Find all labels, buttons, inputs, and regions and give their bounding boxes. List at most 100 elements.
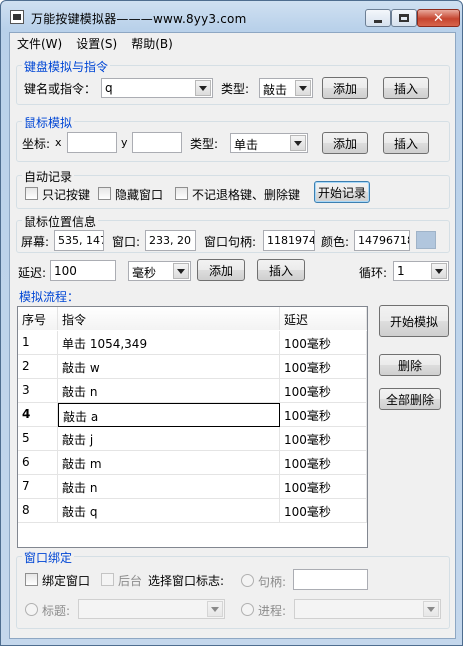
table-row-selected[interactable]: 4 敲击 a 100毫秒 bbox=[18, 403, 367, 427]
title-bar[interactable]: 万能按键模拟器———www.8yy3.com ✕ bbox=[1, 1, 462, 33]
x-input[interactable] bbox=[67, 132, 117, 153]
chevron-down-icon[interactable] bbox=[295, 80, 311, 96]
background-checkbox[interactable] bbox=[101, 573, 114, 586]
handle-radio-label: 句柄: bbox=[258, 575, 287, 589]
handle-value: 1181974 bbox=[263, 230, 315, 251]
app-icon bbox=[10, 10, 24, 24]
start-simulate-button[interactable]: 开始模拟 bbox=[379, 305, 449, 337]
column-header-no[interactable]: 序号 bbox=[18, 307, 58, 330]
menu-bar: 文件(W) 设置(S) 帮助(B) bbox=[10, 33, 455, 52]
close-icon: ✕ bbox=[433, 10, 444, 26]
delay-input[interactable]: 100 bbox=[50, 260, 116, 281]
row-number: 6 bbox=[18, 451, 58, 475]
window-title: 万能按键模拟器———www.8yy3.com bbox=[31, 12, 247, 26]
loop-value: 1 bbox=[397, 264, 405, 278]
menu-help[interactable]: 帮助(B) bbox=[124, 33, 180, 52]
window-pos-label: 窗口: bbox=[112, 235, 141, 249]
column-header-delay[interactable]: 延迟 bbox=[280, 307, 367, 330]
chevron-down-icon[interactable] bbox=[290, 135, 306, 151]
chevron-down-icon[interactable] bbox=[423, 601, 439, 617]
color-swatch bbox=[416, 231, 436, 249]
table-row[interactable]: 8 敲击 q 100毫秒 bbox=[18, 499, 367, 523]
bind-window-checkbox[interactable] bbox=[25, 573, 38, 586]
key-insert-button[interactable]: 插入 bbox=[383, 77, 429, 99]
start-record-button[interactable]: 开始记录 bbox=[314, 181, 370, 203]
chevron-down-icon[interactable] bbox=[207, 601, 223, 617]
keys-only-checkbox[interactable] bbox=[25, 187, 38, 200]
keys-only-label: 只记按键 bbox=[42, 188, 91, 202]
select-window-label: 选择窗口标志: bbox=[148, 574, 225, 588]
key-type-combo[interactable]: 敲击 bbox=[259, 78, 313, 98]
mouse-type-combo[interactable]: 单击 bbox=[230, 133, 308, 153]
y-label: y bbox=[121, 136, 128, 149]
maximize-button[interactable] bbox=[391, 9, 417, 27]
menu-file[interactable]: 文件(W) bbox=[10, 33, 69, 52]
hide-window-label: 隐藏窗口 bbox=[115, 188, 164, 202]
delay-add-button[interactable]: 添加 bbox=[197, 259, 245, 281]
close-button[interactable]: ✕ bbox=[417, 9, 460, 27]
bind-title-combo[interactable] bbox=[78, 599, 225, 619]
client-area: 文件(W) 设置(S) 帮助(B) 键盘模拟与指令 键名或指令： q 类型: 敲… bbox=[9, 32, 456, 639]
key-type-label: 类型: bbox=[221, 82, 250, 96]
mouse-group: 鼠标模拟 坐标: x y 类型: 单击 添加 插入 bbox=[16, 114, 450, 162]
window-pos-value: 233, 20 bbox=[145, 230, 196, 251]
row-delay: 100毫秒 bbox=[280, 379, 367, 403]
mouse-type-label: 类型: bbox=[190, 137, 219, 151]
x-label: x bbox=[55, 136, 62, 149]
mouse-type-value: 单击 bbox=[234, 138, 259, 152]
chevron-down-icon[interactable] bbox=[431, 263, 447, 279]
mouse-insert-button[interactable]: 插入 bbox=[383, 132, 429, 154]
delete-button[interactable]: 删除 bbox=[379, 354, 441, 376]
title-radio-label: 标题: bbox=[42, 604, 71, 618]
key-name-combo[interactable]: q bbox=[101, 78, 213, 98]
row-number: 2 bbox=[18, 355, 58, 379]
row-command: 敲击 m bbox=[58, 451, 280, 475]
bind-handle-input[interactable] bbox=[293, 569, 368, 590]
table-row[interactable]: 1 单击 1054,349 100毫秒 bbox=[18, 331, 367, 355]
chevron-down-icon[interactable] bbox=[173, 263, 189, 279]
row-command: 敲击 n bbox=[58, 475, 280, 499]
key-add-button[interactable]: 添加 bbox=[322, 77, 368, 99]
mouseinfo-group-title: 鼠标位置信息 bbox=[22, 213, 99, 230]
table-row[interactable]: 5 敲击 j 100毫秒 bbox=[18, 427, 367, 451]
minimize-button[interactable] bbox=[365, 9, 391, 27]
row-command: 敲击 j bbox=[58, 427, 280, 451]
mouse-add-button[interactable]: 添加 bbox=[322, 132, 368, 154]
chevron-down-icon[interactable] bbox=[195, 80, 211, 96]
coord-label: 坐标: bbox=[22, 137, 51, 151]
y-input[interactable] bbox=[132, 132, 182, 153]
color-value: 14796718 bbox=[354, 230, 410, 251]
bind-process-combo[interactable] bbox=[294, 599, 441, 619]
screen-label: 屏幕: bbox=[21, 235, 50, 249]
table-row[interactable]: 6 敲击 m 100毫秒 bbox=[18, 451, 367, 475]
row-number: 8 bbox=[18, 499, 58, 523]
key-name-label: 键名或指令： bbox=[24, 82, 97, 96]
hide-window-checkbox[interactable] bbox=[98, 187, 111, 200]
keyboard-group: 键盘模拟与指令 键名或指令： q 类型: 敲击 添加 插入 bbox=[16, 58, 450, 105]
no-backspace-checkbox[interactable] bbox=[175, 187, 188, 200]
column-header-command[interactable]: 指令 bbox=[58, 307, 280, 330]
autorecord-group-title: 自动记录 bbox=[22, 168, 75, 185]
process-radio[interactable] bbox=[241, 603, 254, 616]
handle-label: 窗口句柄: bbox=[204, 235, 257, 249]
delay-unit-combo[interactable]: 毫秒 bbox=[128, 261, 191, 281]
table-row[interactable]: 3 敲击 n 100毫秒 bbox=[18, 379, 367, 403]
handle-radio[interactable] bbox=[241, 574, 254, 587]
table-row[interactable]: 2 敲击 w 100毫秒 bbox=[18, 355, 367, 379]
bind-window-label: 绑定窗口 bbox=[42, 574, 91, 588]
mouseinfo-group: 鼠标位置信息 屏幕: 535, 147 窗口: 233, 20 窗口句柄: 11… bbox=[16, 213, 450, 253]
key-type-value: 敲击 bbox=[263, 83, 288, 97]
row-command: 敲击 q bbox=[58, 499, 280, 523]
row-number: 7 bbox=[18, 475, 58, 499]
loop-combo[interactable]: 1 bbox=[393, 261, 449, 281]
row-delay: 100毫秒 bbox=[280, 475, 367, 499]
autorecord-group: 自动记录 只记按键 隐藏窗口 不记退格键、删除键 开始记录 bbox=[16, 168, 450, 209]
delete-all-button[interactable]: 全部删除 bbox=[379, 388, 441, 410]
title-radio[interactable] bbox=[25, 603, 38, 616]
delay-unit-value: 毫秒 bbox=[132, 266, 157, 280]
table-row[interactable]: 7 敲击 n 100毫秒 bbox=[18, 475, 367, 499]
row-number: 1 bbox=[18, 331, 58, 355]
delay-insert-button[interactable]: 插入 bbox=[257, 259, 305, 281]
row-number: 3 bbox=[18, 379, 58, 403]
menu-settings[interactable]: 设置(S) bbox=[69, 33, 124, 52]
